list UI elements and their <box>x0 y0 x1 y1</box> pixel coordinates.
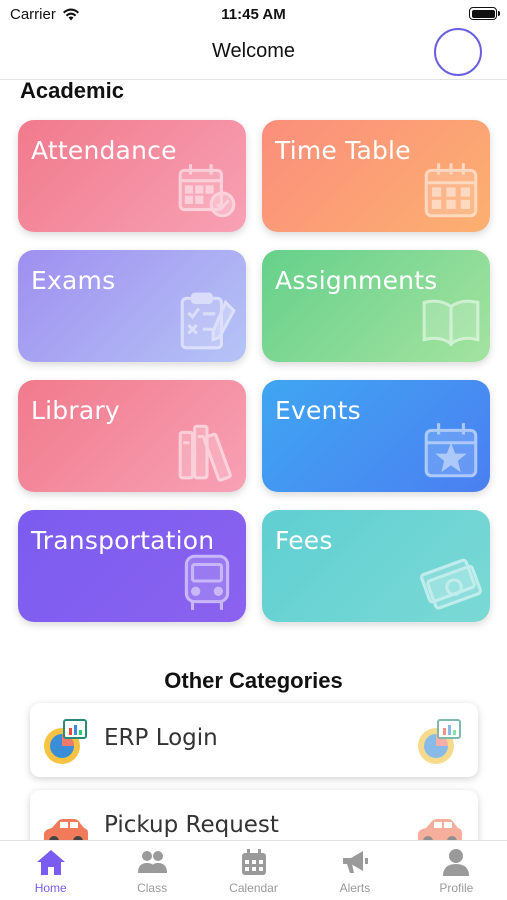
money-icon <box>418 548 484 614</box>
item-label: ERP Login <box>104 725 218 751</box>
other-categories-title: Other Categories <box>164 668 343 693</box>
tab-label: Alerts <box>339 881 371 895</box>
events-card[interactable]: Events <box>262 380 490 492</box>
home-screen: Carrier 11:45 AM Welcome Academic Attend… <box>0 0 507 900</box>
calendar-icon <box>241 849 266 875</box>
megaphone-icon <box>342 851 368 873</box>
tab-home[interactable]: Home <box>0 841 101 900</box>
card-label: Library <box>31 396 120 425</box>
erp-login-item[interactable]: ERP Login <box>30 703 478 777</box>
academic-section-title: Academic <box>20 78 124 103</box>
card-label: Fees <box>275 526 333 555</box>
checklist-icon <box>174 288 240 354</box>
assignments-card[interactable]: Assignments <box>262 250 490 362</box>
calendar-check-icon <box>174 158 240 224</box>
calendar-grid-icon <box>418 158 484 224</box>
tab-alerts[interactable]: Alerts <box>304 841 405 900</box>
tab-label: Home <box>34 881 67 895</box>
attendance-card[interactable]: Attendance <box>18 120 246 232</box>
open-book-icon <box>418 288 484 354</box>
status-bar: Carrier 11:45 AM <box>0 0 507 28</box>
tab-label: Calendar <box>229 881 278 895</box>
card-label: Assignments <box>275 266 438 295</box>
card-label: Events <box>275 396 361 425</box>
profile-icon <box>443 849 470 876</box>
battery-icon <box>469 7 500 20</box>
tab-label: Class <box>137 881 168 895</box>
fees-card[interactable]: Fees <box>262 510 490 622</box>
tab-calendar[interactable]: Calendar <box>203 841 304 900</box>
erp-chart-icon <box>414 716 464 766</box>
home-icon <box>36 850 65 875</box>
class-group-icon <box>138 851 168 873</box>
transportation-card[interactable]: Transportation <box>18 510 246 622</box>
time-table-card[interactable]: Time Table <box>262 120 490 232</box>
clock: 11:45 AM <box>221 6 286 23</box>
tab-class[interactable]: Class <box>101 841 202 900</box>
erp-chart-icon <box>40 716 90 766</box>
card-label: Time Table <box>275 136 411 165</box>
tab-bar: Home Class Calendar Alerts Profile <box>0 840 507 900</box>
bus-icon <box>174 548 240 614</box>
item-label: Pickup Request <box>104 812 279 838</box>
exams-card[interactable]: Exams <box>18 250 246 362</box>
card-label: Exams <box>31 266 116 295</box>
tab-profile[interactable]: Profile <box>406 841 507 900</box>
app-header: Welcome <box>0 28 507 80</box>
card-label: Attendance <box>31 136 177 165</box>
library-card[interactable]: Library <box>18 380 246 492</box>
tab-label: Profile <box>439 881 474 895</box>
books-icon <box>174 418 240 484</box>
avatar[interactable] <box>434 28 482 76</box>
page-title: Welcome <box>212 40 295 62</box>
calendar-star-icon <box>418 418 484 484</box>
